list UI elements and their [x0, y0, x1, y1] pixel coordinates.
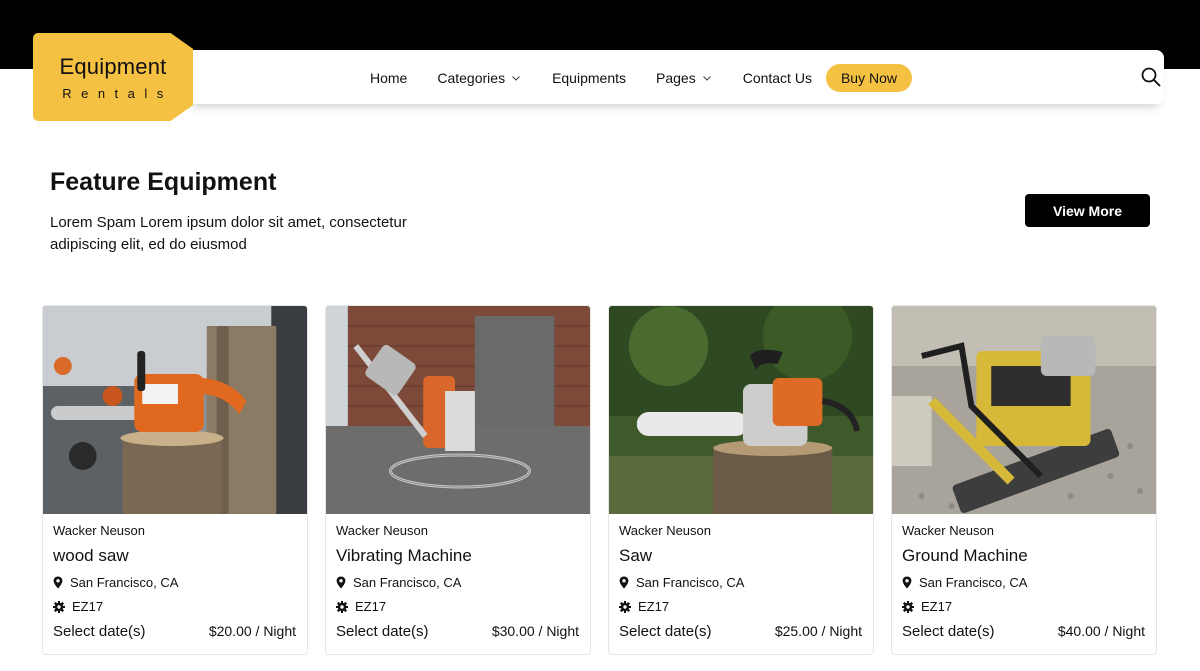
card-price: $30.00 / Night [491, 623, 579, 639]
card-location-text: San Francisco, CA [70, 575, 179, 590]
card-location: San Francisco, CA [336, 575, 461, 590]
nav-equipments-label: Equipments [552, 70, 626, 86]
card-location-text: San Francisco, CA [353, 575, 462, 590]
card-brand: Wacker Neuson [619, 523, 711, 538]
select-dates-link[interactable]: Select date(s) [619, 623, 712, 640]
logo-title: Equipment [59, 53, 167, 79]
card-code-text: EZ17 [355, 599, 387, 614]
card-code: EZ17 [619, 599, 669, 614]
location-pin-icon [336, 576, 346, 589]
gear-icon [619, 600, 631, 613]
nav-pages[interactable]: Pages [656, 70, 712, 86]
search-icon[interactable] [1140, 66, 1162, 88]
card-title[interactable]: Vibrating Machine [336, 546, 472, 566]
nav-categories-label: Categories [437, 70, 506, 86]
select-dates-link[interactable]: Select date(s) [902, 623, 995, 640]
card-price: $40.00 / Night [1057, 623, 1145, 639]
card-code: EZ17 [902, 599, 952, 614]
equipment-image [892, 306, 1156, 514]
card-location-text: San Francisco, CA [919, 575, 1028, 590]
view-more-button[interactable]: View More [1025, 194, 1150, 227]
card-code-text: EZ17 [921, 599, 953, 614]
nav-home-label: Home [370, 70, 408, 86]
nav-contact-us[interactable]: Contact Us [743, 70, 812, 86]
card-location: San Francisco, CA [902, 575, 1027, 590]
equipment-image [43, 306, 307, 514]
card-code: EZ17 [53, 599, 103, 614]
card-price: $25.00 / Night [774, 623, 862, 639]
card-code-text: EZ17 [72, 599, 104, 614]
card-code: EZ17 [336, 599, 386, 614]
chevron-down-icon [702, 76, 711, 81]
nav-home[interactable]: Home [370, 70, 407, 86]
equipment-card[interactable]: Wacker Neuson Ground Machine San Francis… [891, 305, 1157, 655]
card-brand: Wacker Neuson [336, 523, 428, 538]
nav-categories[interactable]: Categories [437, 70, 521, 86]
card-price: $20.00 / Night [208, 623, 296, 639]
location-pin-icon [902, 576, 912, 589]
select-dates-link[interactable]: Select date(s) [336, 623, 429, 640]
section-description: Lorem Spam Lorem ipsum dolor sit amet, c… [50, 214, 407, 253]
card-location-text: San Francisco, CA [636, 575, 745, 590]
select-dates-link[interactable]: Select date(s) [53, 623, 146, 640]
card-brand: Wacker Neuson [902, 523, 994, 538]
card-title[interactable]: Saw [619, 546, 652, 566]
equipment-card[interactable]: Wacker Neuson Saw San Francisco, CA EZ17… [608, 305, 874, 655]
nav-pages-label: Pages [656, 70, 696, 86]
chevron-down-icon [512, 76, 520, 81]
location-pin-icon [53, 576, 63, 589]
logo[interactable]: Equipment Rentals [33, 33, 193, 121]
gear-icon [336, 600, 348, 613]
equipment-card[interactable]: Wacker Neuson Vibrating Machine San Fran… [325, 305, 591, 655]
equipment-card[interactable]: Wacker Neuson wood saw San Francisco, CA… [42, 305, 308, 655]
card-location: San Francisco, CA [53, 575, 178, 590]
gear-icon [53, 600, 65, 613]
gear-icon [902, 600, 914, 613]
card-title[interactable]: wood saw [53, 546, 129, 566]
nav-contact-label: Contact Us [742, 70, 812, 86]
nav-equipments[interactable]: Equipments [552, 70, 626, 86]
card-location: San Francisco, CA [619, 575, 744, 590]
card-title[interactable]: Ground Machine [902, 546, 1028, 566]
section-title: Feature Equipment [50, 168, 277, 196]
equipment-image [326, 306, 590, 514]
location-pin-icon [619, 576, 629, 589]
main-nav: Home Categories Equipments Pages Contact… [370, 64, 912, 92]
card-brand: Wacker Neuson [53, 523, 145, 538]
card-code-text: EZ17 [638, 599, 670, 614]
buy-now-button[interactable]: Buy Now [825, 64, 912, 92]
logo-subtitle: Rentals [62, 85, 173, 101]
equipment-image [609, 306, 873, 514]
